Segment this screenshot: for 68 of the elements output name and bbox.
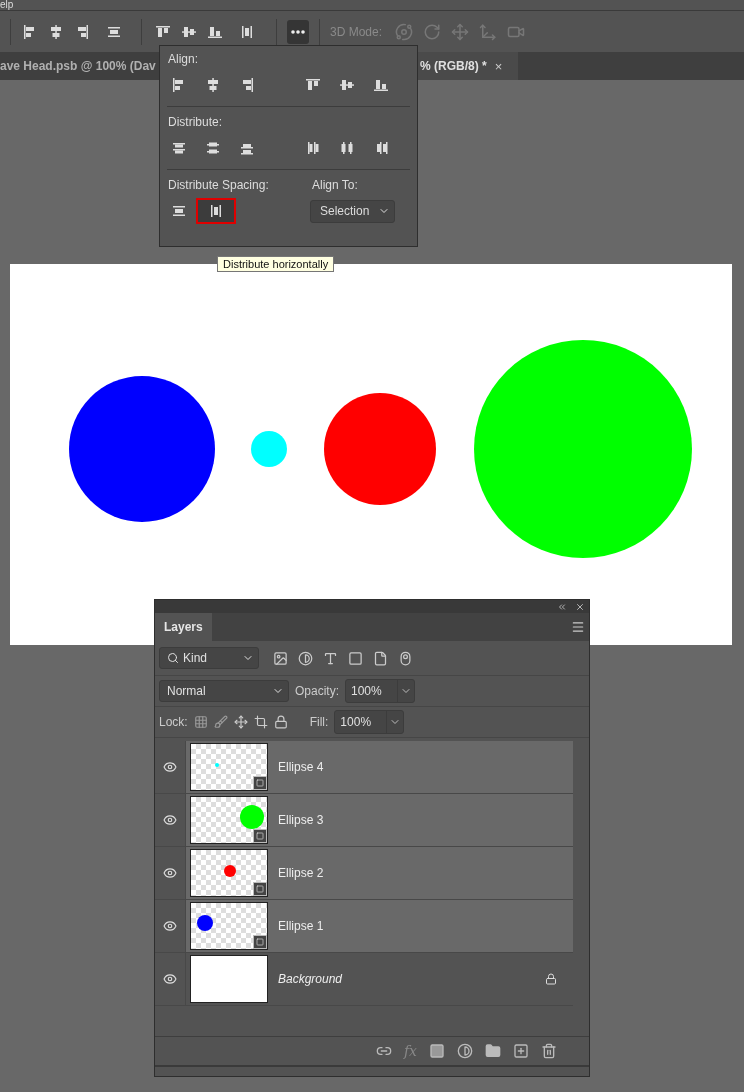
lock-icon[interactable]: [545, 973, 557, 985]
grid-icon[interactable]: [193, 715, 208, 729]
eye-icon[interactable]: [163, 760, 177, 774]
shape-icon[interactable]: [348, 650, 363, 666]
eye-icon[interactable]: [163, 866, 177, 880]
fill-field[interactable]: 100%: [334, 710, 405, 734]
distribute-top-icon: [171, 140, 187, 156]
eye-icon[interactable]: [163, 972, 177, 986]
align-to-dropdown[interactable]: Selection: [310, 199, 395, 223]
document-icon[interactable]: [373, 650, 388, 666]
opacity-field[interactable]: 100%: [345, 679, 415, 703]
section-title: Align:: [168, 52, 200, 68]
align-middle-icon: [339, 77, 355, 93]
layer-name: Background: [278, 972, 344, 986]
align-center-icon: [205, 77, 221, 93]
distribute-middle-icon: [339, 140, 355, 156]
document-tab[interactable]: % (RGB/8) * ×: [418, 52, 518, 80]
layer-name: Ellipse 2: [278, 866, 325, 880]
align-top-icon: [305, 77, 321, 93]
section-title: Distribute Spacing:: [168, 178, 270, 194]
brush-icon[interactable]: [213, 715, 228, 729]
trash-icon[interactable]: [541, 1043, 557, 1059]
distribute-horizontal-icon: [208, 203, 224, 219]
search-icon: [167, 652, 179, 664]
close-icon[interactable]: [575, 601, 585, 612]
menu-icon[interactable]: [571, 620, 585, 634]
layer-row[interactable]: Ellipse 1: [186, 900, 573, 952]
layer-name: Ellipse 1: [278, 919, 325, 933]
fill-label: Fill:: [309, 715, 329, 729]
section-title: Distribute:: [168, 115, 224, 131]
distribute-spacing-button[interactable]: [196, 198, 236, 224]
distribute-icon: [239, 23, 255, 40]
section-title: Align To:: [312, 178, 358, 194]
contrast-icon[interactable]: [298, 650, 313, 666]
distribute-left-icon: [305, 140, 321, 156]
new-layer-icon[interactable]: [513, 1043, 529, 1059]
layer-row[interactable]: Ellipse 4: [186, 741, 573, 793]
folder-icon[interactable]: [485, 1043, 501, 1059]
type-icon[interactable]: [323, 650, 338, 666]
distribute-center-icon: [205, 140, 221, 156]
more-button[interactable]: [287, 19, 309, 44]
layer-name: Ellipse 3: [278, 813, 325, 827]
more-icon: [291, 29, 305, 34]
mask-icon[interactable]: [429, 1043, 445, 1059]
image-icon[interactable]: [273, 650, 288, 666]
lock-icon[interactable]: [273, 715, 288, 729]
eye-icon[interactable]: [163, 919, 177, 933]
panel-tab[interactable]: Layers: [155, 613, 212, 641]
layer-row[interactable]: Ellipse 3: [186, 794, 573, 846]
distribute-vertical-icon: [171, 203, 187, 219]
toggle-icon[interactable]: [398, 650, 413, 666]
layer-row[interactable]: Ellipse 2: [186, 847, 573, 899]
eye-icon[interactable]: [163, 813, 177, 827]
layer-name: Ellipse 4: [278, 760, 325, 774]
filter-dropdown[interactable]: Kind: [159, 647, 259, 669]
align-center-icon: [48, 23, 64, 40]
menu-item[interactable]: elp: [0, 0, 14, 10]
tooltip: Distribute horizontally: [217, 256, 335, 272]
opacity-label: Opacity:: [295, 684, 339, 698]
close-icon[interactable]: ×: [494, 58, 503, 74]
lock-label: Lock:: [159, 715, 188, 729]
collapse-icon[interactable]: [557, 601, 567, 612]
adjustment-icon[interactable]: [457, 1043, 473, 1059]
crop-icon[interactable]: [253, 715, 268, 729]
align-bottom-icon: [373, 77, 389, 93]
align-top-icon: [155, 23, 171, 40]
blend-mode-dropdown[interactable]: Normal: [159, 680, 289, 702]
move-icon[interactable]: [233, 715, 248, 729]
